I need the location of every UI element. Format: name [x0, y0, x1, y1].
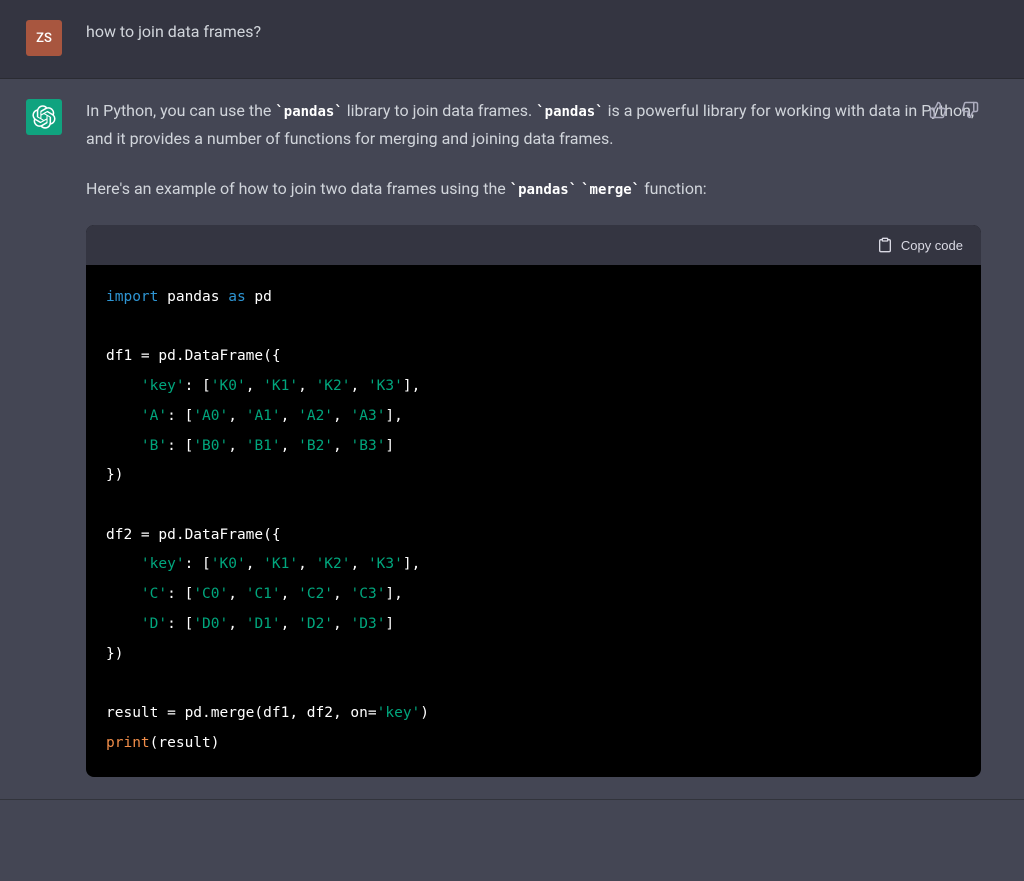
text-fragment: function: — [640, 179, 707, 198]
text-fragment: In Python, you can use the — [86, 101, 275, 120]
text-fragment: Here's an example of how to join two dat… — [86, 179, 510, 198]
text-fragment: library to join data frames. — [343, 101, 536, 120]
copy-code-label: Copy code — [901, 238, 963, 253]
code-block-header: Copy code — [86, 225, 981, 265]
user-avatar: ZS — [26, 20, 62, 56]
openai-logo-icon — [32, 105, 56, 129]
thumbs-down-icon — [961, 101, 979, 119]
thumbs-down-button[interactable] — [959, 99, 981, 121]
thumbs-up-icon — [929, 101, 947, 119]
inline-code: `pandas` — [510, 182, 577, 198]
user-question: how to join data frames? — [86, 18, 981, 46]
inline-code: `pandas` — [275, 104, 342, 120]
inline-code: `merge` — [581, 182, 640, 198]
inline-code: `pandas` — [536, 104, 603, 120]
clipboard-icon — [877, 237, 893, 253]
assistant-message-body: In Python, you can use the `pandas` libr… — [86, 97, 981, 777]
user-message: ZS how to join data frames? — [0, 0, 1024, 79]
user-initials: ZS — [36, 31, 52, 46]
assistant-paragraph-2: Here's an example of how to join two dat… — [86, 175, 981, 203]
copy-code-button[interactable]: Copy code — [877, 237, 963, 253]
code-block: Copy code import pandas as pd df1 = pd.D… — [86, 225, 981, 777]
feedback-buttons — [927, 99, 981, 121]
assistant-paragraph-1: In Python, you can use the `pandas` libr… — [86, 97, 981, 153]
code-content: import pandas as pd df1 = pd.DataFrame({… — [86, 265, 981, 777]
assistant-message: In Python, you can use the `pandas` libr… — [0, 79, 1024, 800]
user-message-text: how to join data frames? — [86, 18, 981, 56]
thumbs-up-button[interactable] — [927, 99, 949, 121]
assistant-avatar — [26, 99, 62, 135]
